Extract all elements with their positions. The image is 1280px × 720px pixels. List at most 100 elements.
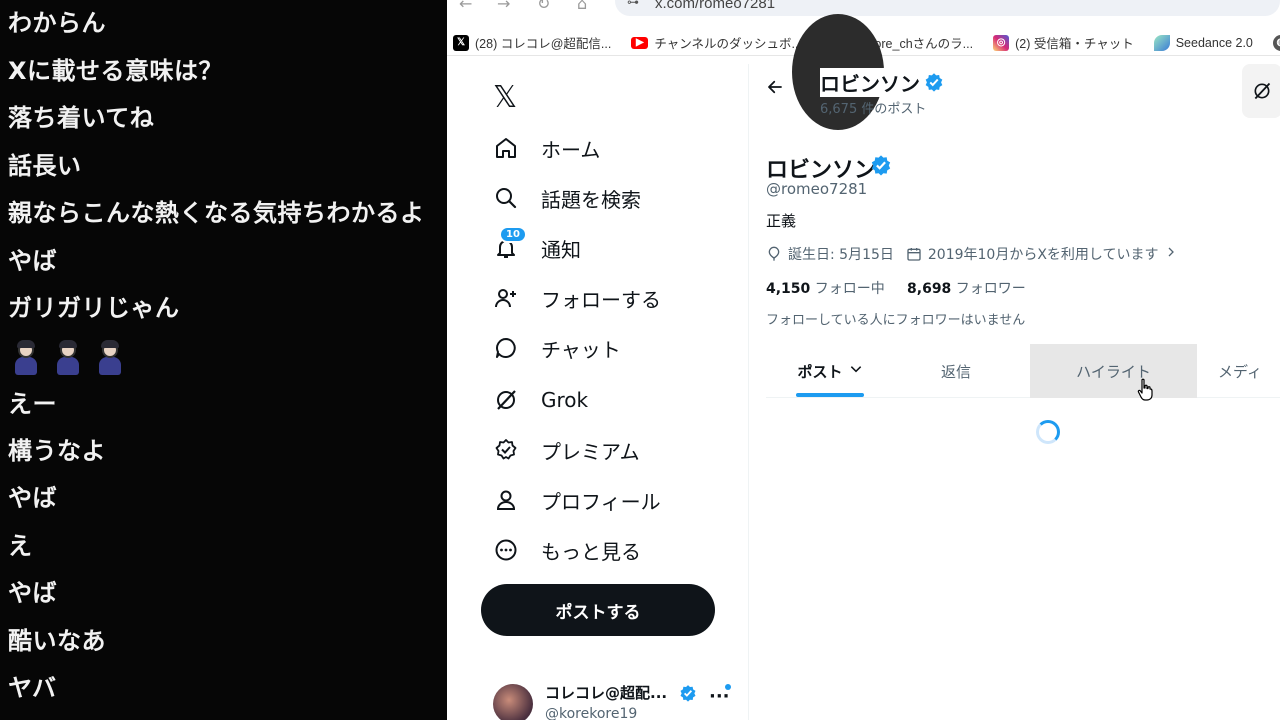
chat-message: 話長い [8, 152, 82, 180]
globe-favicon-icon: ◍ [1272, 34, 1280, 51]
home-icon [493, 135, 519, 161]
chat-message: ヤバ [8, 674, 57, 702]
browser-window: ← → ↻ ⌂ ⊶ x.com/romeo7281 𝕏 (28) コレコレ@超配… [447, 0, 1280, 720]
verified-badge-icon [924, 72, 944, 96]
nav-more[interactable]: もっと見る [493, 532, 641, 568]
tab-highlights[interactable]: ハイライト [1030, 344, 1197, 398]
character-emote-icon [54, 340, 82, 376]
x-sidebar: 𝕏 ホーム 話題を検索 10 通知 フォローする チャット Grok プレミアム… [447, 64, 749, 720]
nav-grok[interactable]: Grok [493, 382, 588, 418]
following-link[interactable]: 4,150 フォロー中 [766, 281, 885, 297]
bookmark-item[interactable]: ◍ ぶる [1272, 33, 1280, 52]
home-browser-icon[interactable]: ⌂ [577, 0, 587, 13]
chat-emote-row [12, 340, 124, 376]
character-emote-icon [12, 340, 40, 376]
hand-cursor-icon [1137, 378, 1153, 406]
tab-posts[interactable]: ポスト [782, 344, 878, 398]
back-icon[interactable]: ← [459, 0, 472, 13]
active-tab-indicator [796, 393, 864, 397]
search-icon [493, 185, 519, 211]
profile-header-bar: ロビンソン 6,675 件のポスト [750, 14, 1280, 130]
bookmark-item[interactable]: 𝕏 (28) コレコレ@超配信... [453, 33, 611, 52]
bookmark-item[interactable]: Seedance 2.0 [1153, 34, 1253, 51]
x-logo-icon[interactable]: 𝕏 [493, 80, 517, 115]
back-arrow-icon[interactable] [766, 78, 784, 101]
bookmark-label: Seedance 2.0 [1175, 35, 1253, 50]
avatar [493, 684, 533, 720]
instagram-favicon-icon: ◎ [993, 34, 1010, 51]
followers-link[interactable]: 8,698 フォロワー [907, 281, 1026, 297]
more-icon [493, 537, 519, 563]
url-text: x.com/romeo7281 [655, 0, 776, 12]
post-count: 6,675 件のポスト [820, 102, 927, 117]
bookmark-item[interactable]: ◎ (2) 受信箱・チャット [993, 33, 1134, 52]
chat-message: 酷いなあ [8, 627, 106, 655]
profile-icon [493, 487, 519, 513]
tab-label: ポスト [797, 362, 843, 381]
chat-message: え [8, 532, 33, 560]
chat-message: 親ならこんな熱くなる気持ちわかるよ [8, 199, 425, 227]
chat-message: 構うなよ [8, 437, 106, 465]
account-switcher[interactable]: コレコレ@超配... @korekore19 ··· [493, 682, 743, 720]
profile-handle: @romeo7281 [766, 180, 868, 198]
nav-notifications[interactable]: 10 通知 [493, 226, 581, 266]
nav-label: プロフィール [541, 489, 661, 514]
follow-icon [493, 285, 519, 311]
premium-icon [493, 437, 519, 463]
nav-profile[interactable]: プロフィール [493, 482, 661, 518]
browser-toolbar: ← → ↻ ⌂ ⊶ x.com/romeo7281 [447, 0, 1280, 22]
chevron-right-icon[interactable] [1165, 246, 1177, 262]
nav-label: 話題を検索 [541, 187, 641, 212]
bell-icon: 10 [493, 226, 527, 261]
chevron-down-icon [849, 362, 863, 380]
forward-icon[interactable]: → [497, 0, 510, 13]
address-bar[interactable]: ⊶ x.com/romeo7281 [615, 0, 1280, 16]
tab-replies[interactable]: 返信 [906, 344, 1006, 398]
unread-dot [725, 684, 731, 690]
nav-follow[interactable]: フォローする [493, 280, 661, 316]
grok-profile-button[interactable] [1242, 64, 1280, 118]
chat-message: やば [8, 247, 57, 275]
birthday-text: 誕生日: 5月15日 [788, 247, 894, 263]
bookmark-label: (28) コレコレ@超配信... [475, 37, 612, 51]
grok-icon [1254, 82, 1271, 100]
bookmark-label: チャンネルのダッシュボ... [654, 37, 802, 51]
verified-badge-icon[interactable] [870, 154, 892, 180]
nav-label: プレミアム [541, 439, 640, 464]
nav-label: 通知 [541, 237, 581, 262]
calendar-icon [906, 246, 922, 262]
profile-column: ロビンソン 6,675 件のポスト ロビンソン @romeo7281 正義 誕生… [750, 14, 1280, 720]
youtube-favicon-icon: ▶ [631, 36, 649, 49]
loading-spinner [1036, 420, 1060, 444]
account-name: コレコレ@超配... [545, 684, 668, 702]
post-button[interactable]: ポストする [481, 584, 715, 636]
character-emote-icon [96, 340, 124, 376]
profile-bio: 正義 [766, 212, 797, 230]
x-favicon-icon: 𝕏 [453, 34, 469, 51]
reload-icon[interactable]: ↻ [537, 0, 550, 13]
profile-meta: 誕生日: 5月15日 2019年10月からXを利用しています [766, 244, 1177, 264]
bookmark-label: (2) 受信箱・チャット [1015, 37, 1134, 51]
nav-label: フォローする [541, 287, 661, 312]
chat-message: やば [8, 484, 57, 512]
chat-message: わからん [8, 9, 106, 37]
chat-icon [493, 335, 519, 361]
tab-media[interactable]: メディ [1196, 344, 1280, 398]
header-display-name: ロビンソン [820, 68, 924, 97]
site-info-icon[interactable]: ⊶ [627, 0, 639, 9]
nav-label: Grok [541, 388, 589, 412]
followers-you-know-note: フォローしている人にフォロワーはいません [766, 313, 1026, 328]
grok-icon [493, 387, 519, 413]
nav-explore[interactable]: 話題を検索 [493, 180, 641, 216]
nav-label: ホーム [541, 137, 601, 162]
nav-premium[interactable]: プレミアム [493, 432, 640, 468]
chat-overlay: わからん Xに載せる意味は？ 落ち着いてね 話長い 親ならこんな熱くなる気持ちわ… [0, 0, 447, 720]
nav-home[interactable]: ホーム [493, 130, 600, 166]
nav-chat[interactable]: チャット [493, 330, 621, 366]
joined-text[interactable]: 2019年10月からXを利用しています [928, 244, 1159, 264]
seedance-favicon-icon [1153, 34, 1170, 51]
nav-label: チャット [541, 337, 621, 362]
balloon-icon [766, 246, 782, 262]
chat-message: ガリガリじゃん [8, 294, 180, 322]
bookmark-item[interactable]: ▶ チャンネルのダッシュボ... [631, 33, 802, 52]
